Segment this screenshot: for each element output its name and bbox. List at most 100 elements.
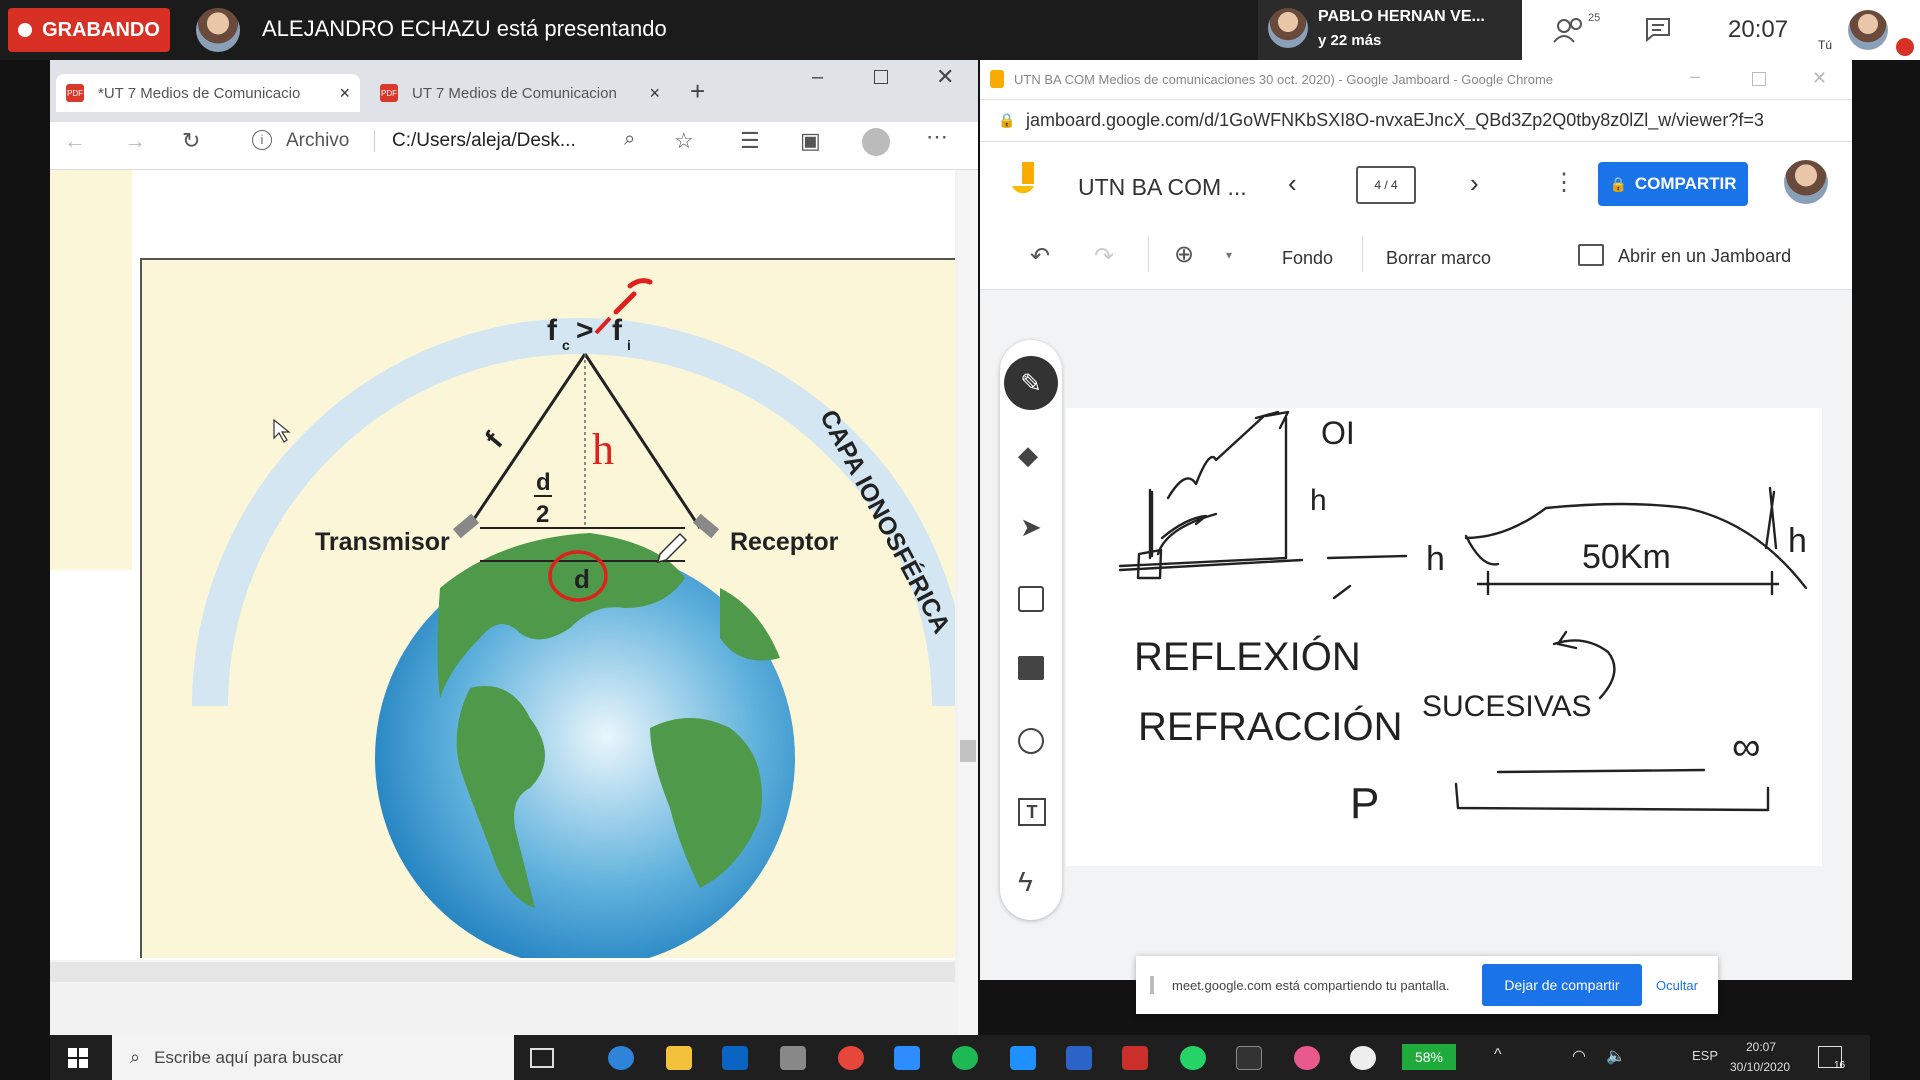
scrollbar-thumb[interactable]: [960, 740, 976, 762]
share-button[interactable]: 🔒 COMPARTIR: [1598, 162, 1748, 206]
taskbar-date[interactable]: 30/10/2020: [1730, 1060, 1790, 1074]
background-button[interactable]: Fondo: [1282, 248, 1333, 269]
info-icon[interactable]: i: [252, 130, 272, 150]
d-denominator: 2: [536, 501, 549, 528]
taskbar-search-input: Escribe aquí para buscar: [154, 1047, 344, 1067]
whatsapp-icon[interactable]: [1180, 1046, 1206, 1070]
outlook-icon[interactable]: [722, 1046, 748, 1070]
address-prefix: Archivo: [286, 130, 350, 151]
tab-pdf-2[interactable]: PDF UT 7 Medios de Comunicacion ×: [370, 74, 670, 112]
battery-indicator[interactable]: 58%: [1402, 1044, 1456, 1070]
image-icon[interactable]: [1018, 656, 1044, 680]
toolbar-divider: [1148, 236, 1149, 272]
more-options-icon[interactable]: ⋮: [1552, 168, 1576, 197]
close-window-icon[interactable]: ✕: [936, 64, 954, 90]
open-jamboard-icon[interactable]: [1578, 244, 1604, 266]
tray-chevron-icon[interactable]: ^: [1494, 1046, 1502, 1064]
spotify-icon[interactable]: [952, 1046, 978, 1070]
close-tab-icon[interactable]: ×: [339, 83, 350, 104]
chrome-minimize-icon[interactable]: –: [1690, 66, 1700, 87]
prev-frame-icon[interactable]: ‹: [1288, 168, 1297, 199]
sticky-note-icon[interactable]: [1018, 586, 1044, 612]
redo-icon[interactable]: ↷: [1094, 242, 1114, 271]
pdf-scrollbar[interactable]: [958, 170, 978, 1035]
profile-icon[interactable]: [862, 128, 890, 156]
participants-count: 25: [1588, 12, 1601, 24]
reload-icon[interactable]: ↻: [182, 128, 200, 154]
terminal-icon[interactable]: [1236, 1046, 1262, 1070]
open-in-jamboard-button[interactable]: Abrir en un Jamboard: [1618, 246, 1791, 267]
drag-handle-icon[interactable]: [1150, 976, 1154, 994]
stop-sharing-button[interactable]: Dejar de compartir: [1482, 964, 1642, 1006]
pdf-icon: PDF: [380, 84, 398, 102]
volume-icon[interactable]: 🔈: [1606, 1046, 1626, 1066]
hw-oi: OI: [1321, 415, 1355, 451]
address-input[interactable]: C:/Users/aleja/Desk...: [392, 130, 576, 152]
hw-p: P: [1350, 779, 1379, 828]
language-indicator[interactable]: ESP: [1692, 1048, 1718, 1063]
file-explorer-icon[interactable]: [666, 1046, 692, 1070]
self-avatar: [1848, 10, 1888, 50]
fi-label: f: [612, 314, 623, 347]
chrome-close-icon[interactable]: ✕: [1812, 68, 1827, 89]
minimize-icon[interactable]: –: [812, 66, 823, 89]
laser-icon[interactable]: ϟ: [1018, 866, 1033, 898]
start-button[interactable]: [68, 1048, 88, 1068]
meet-clock: 20:07: [1728, 16, 1789, 43]
chrome-url[interactable]: jamboard.google.com/d/1GoWFNKbSXI8O-nvxa…: [1026, 110, 1764, 131]
text-box-icon[interactable]: T: [1018, 798, 1046, 826]
tab-label: UT 7 Medios de Comunicacion: [412, 84, 617, 102]
mail-icon[interactable]: [1066, 1046, 1092, 1070]
forward-icon[interactable]: →: [124, 128, 146, 154]
chat-icon[interactable]: [1644, 16, 1672, 42]
maximize-icon[interactable]: [874, 70, 888, 84]
pen-tool-icon[interactable]: ✎: [1004, 356, 1058, 410]
hw-infinity: ∞: [1732, 725, 1761, 769]
chrome-maximize-icon[interactable]: [1752, 72, 1766, 86]
taskbar-time[interactable]: 20:07: [1746, 1040, 1776, 1054]
app-icon[interactable]: [780, 1046, 806, 1070]
account-avatar[interactable]: [1784, 160, 1828, 204]
collections-icon[interactable]: ▣: [800, 128, 821, 154]
whiteboard-drawing: OI h h h 50Km REFLEXIÓN REFRACCIÓN SUCES…: [1118, 410, 1808, 828]
zoom-icon[interactable]: ⌕: [624, 128, 635, 151]
select-arrow-icon[interactable]: ➤: [1020, 512, 1042, 543]
zoom-dropdown-icon[interactable]: ▾: [1226, 248, 1232, 262]
jamboard-favicon: [990, 70, 1004, 88]
eraser-icon[interactable]: ◆: [1018, 440, 1038, 471]
filezilla-icon[interactable]: [1122, 1046, 1148, 1070]
new-tab-icon[interactable]: +: [690, 76, 705, 107]
next-frame-icon[interactable]: ›: [1470, 168, 1479, 199]
circle-shape-icon[interactable]: [1018, 728, 1044, 754]
back-icon[interactable]: ←: [64, 128, 86, 154]
undo-icon[interactable]: ↶: [1030, 242, 1050, 271]
zoom-app-icon[interactable]: [894, 1046, 920, 1070]
jamboard-doc-title[interactable]: UTN BA COM ...: [1078, 174, 1247, 201]
hide-button[interactable]: Ocultar: [1656, 978, 1698, 993]
more-menu-icon[interactable]: ⋯: [926, 124, 948, 150]
favorite-star-icon[interactable]: ☆: [674, 128, 694, 154]
favorites-list-icon[interactable]: ☰: [740, 128, 760, 154]
page-separator: [50, 962, 955, 982]
close-tab-icon[interactable]: ×: [649, 83, 660, 104]
recording-label: GRABANDO: [42, 18, 160, 41]
taskbar-search[interactable]: ⌕ Escribe aquí para buscar: [112, 1035, 514, 1080]
tab-pdf-1[interactable]: PDF *UT 7 Medios de Comunicacio ×: [56, 74, 360, 112]
task-view-icon[interactable]: [530, 1048, 554, 1068]
tool-palette: [1000, 340, 1062, 920]
app-drop-icon[interactable]: [1294, 1046, 1320, 1070]
pinned-more: y 22 más: [1318, 32, 1382, 49]
clear-frame-button[interactable]: Borrar marco: [1386, 248, 1491, 269]
frame-counter[interactable]: 4 / 4: [1356, 166, 1416, 204]
chrome-taskbar-icon[interactable]: [838, 1046, 864, 1070]
l-app-icon[interactable]: [1010, 1046, 1036, 1070]
mic-muted-icon[interactable]: [1896, 38, 1914, 56]
fc-label: f: [547, 314, 558, 347]
notification-count: 16: [1834, 1060, 1846, 1071]
app-circle-icon[interactable]: [1350, 1046, 1376, 1070]
zoom-icon[interactable]: ⊕: [1174, 240, 1194, 269]
self-label: Tú: [1818, 38, 1833, 52]
wifi-icon[interactable]: ◠: [1572, 1046, 1586, 1066]
edge-taskbar-icon[interactable]: [608, 1046, 634, 1070]
toolbar-divider: [1362, 236, 1363, 272]
